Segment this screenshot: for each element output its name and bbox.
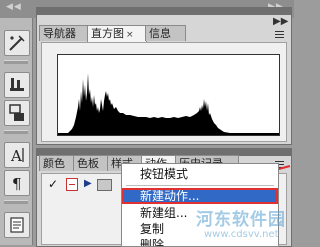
tab-histogram[interactable]: 直方图 × xyxy=(87,25,147,43)
tool-button-2[interactable] xyxy=(4,72,30,98)
panel-title-bar[interactable] xyxy=(37,8,291,15)
menu-divider xyxy=(126,185,274,186)
close-tab-icon[interactable]: × xyxy=(126,30,134,40)
paragraph-icon: ¶ xyxy=(12,175,22,193)
menu-item-button-mode[interactable]: 按钮模式 xyxy=(122,166,278,182)
panel-menu-icon[interactable] xyxy=(273,29,286,40)
clone-source-icon xyxy=(9,104,24,121)
histogram-curve xyxy=(58,73,279,135)
left-toolbar: A ¶ xyxy=(0,18,33,245)
histogram-panel: ▶▶ 导航器 直方图 × 信息 xyxy=(36,7,292,145)
tab-navigator[interactable]: 导航器 xyxy=(39,25,89,41)
menu-item-new-set[interactable]: 新建组... xyxy=(122,205,278,221)
tool-button-3[interactable] xyxy=(4,100,30,126)
panel-context-menu: 按钮模式 新建动作... 新建组... 复制 删除 xyxy=(121,163,279,247)
svg-text:A: A xyxy=(10,147,22,165)
dialog-toggle-icon[interactable] xyxy=(66,178,78,191)
toggle-item-checkmark-icon[interactable]: ✓ xyxy=(46,177,60,191)
notes-icon xyxy=(10,217,24,233)
tool-button-5[interactable]: ¶ xyxy=(4,170,30,196)
tool-button-4[interactable]: A xyxy=(4,142,30,168)
action-set-folder-icon xyxy=(97,179,112,191)
toolbar-separator xyxy=(4,200,28,204)
tool-button-6[interactable] xyxy=(4,212,30,238)
brush-options-icon xyxy=(10,78,24,91)
expand-triangle-icon[interactable]: ▶ xyxy=(84,176,92,192)
magic-wand-icon xyxy=(9,35,25,51)
menu-item-delete[interactable]: 删除 xyxy=(122,237,278,246)
svg-text:¶: ¶ xyxy=(12,175,22,193)
tab-info[interactable]: 信息 xyxy=(145,25,186,41)
tab-swatches[interactable]: 色板 xyxy=(73,155,109,171)
collapse-arrows-icon[interactable]: ◀◀ xyxy=(6,2,22,12)
histogram-graph xyxy=(57,54,280,136)
menu-item-duplicate[interactable]: 复制 xyxy=(122,221,278,237)
histogram-content xyxy=(41,42,287,142)
toolbar-separator xyxy=(4,60,28,64)
character-icon: A xyxy=(10,147,24,165)
tab-color[interactable]: 颜色 xyxy=(39,155,75,171)
toolbar-separator xyxy=(4,130,28,134)
menu-item-new-action[interactable]: 新建动作... xyxy=(122,188,278,204)
tool-button-1[interactable] xyxy=(4,30,30,56)
collapse-panel-icon[interactable]: ▶▶ xyxy=(273,16,288,27)
